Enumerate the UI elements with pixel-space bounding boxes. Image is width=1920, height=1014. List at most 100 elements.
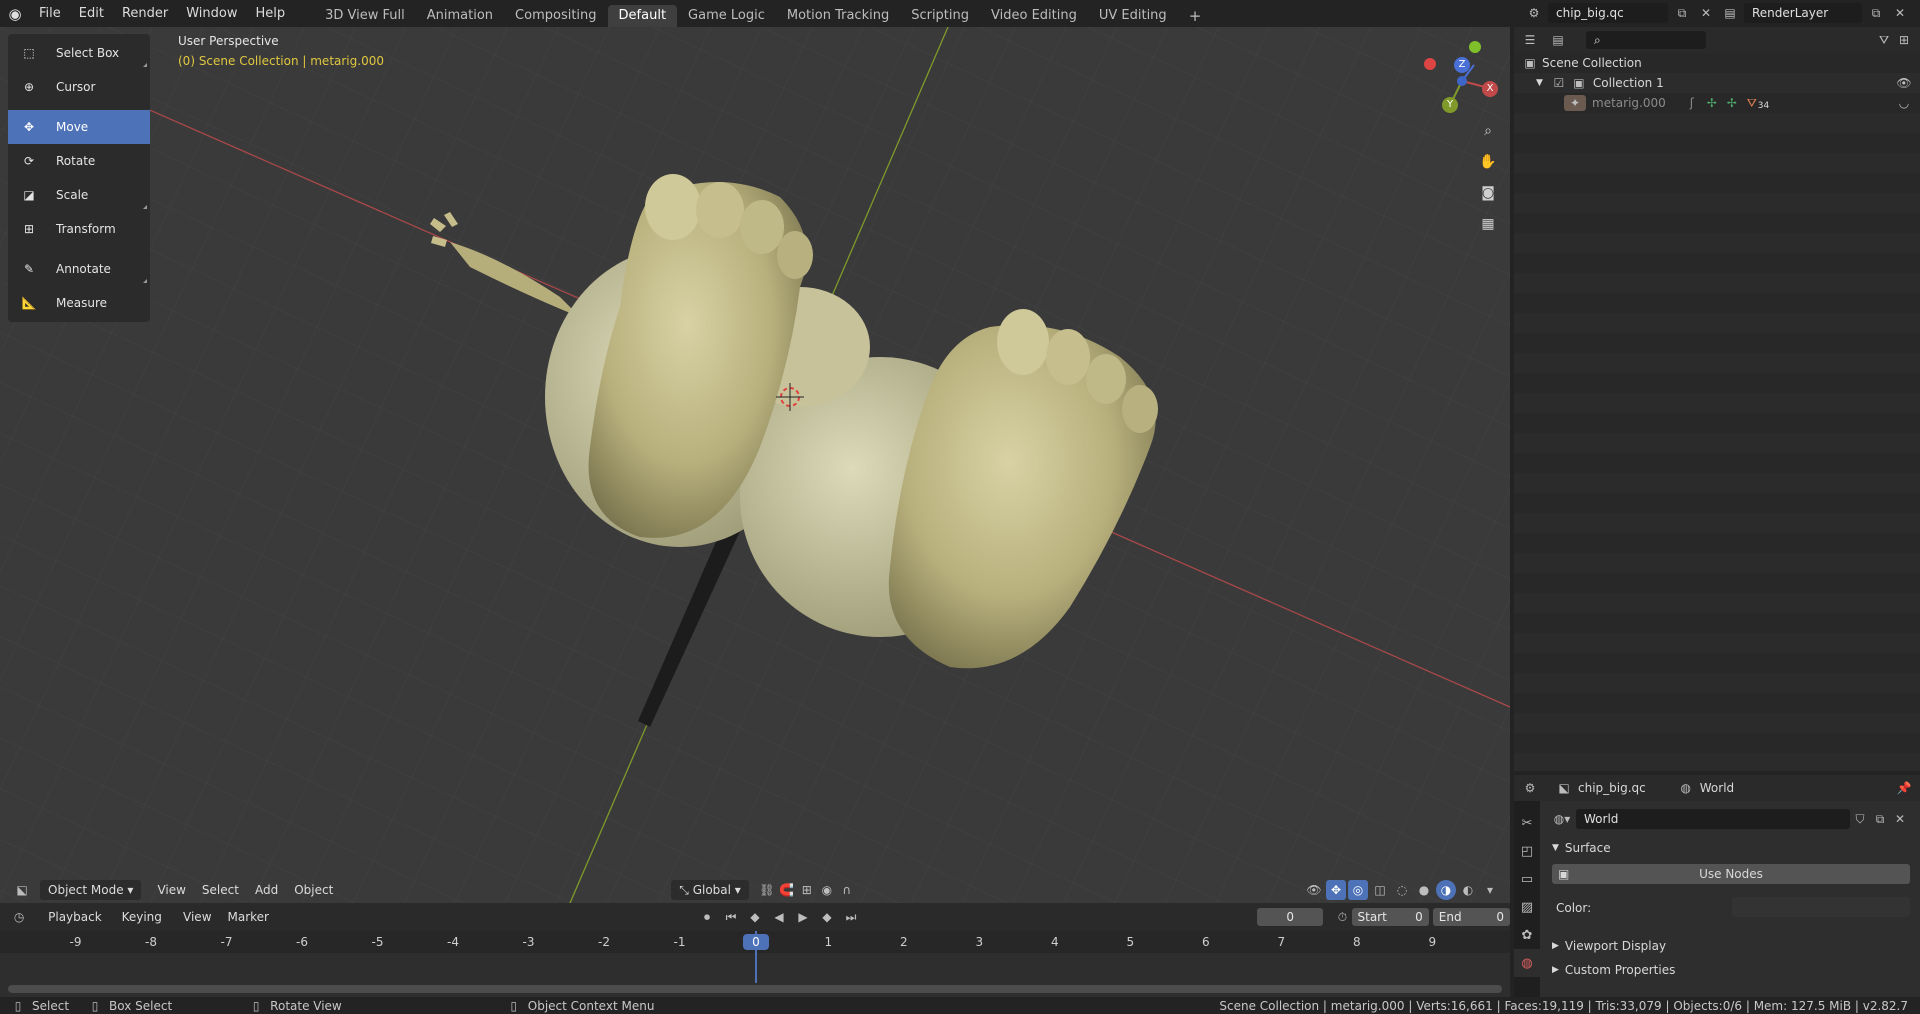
next-keyframe-icon[interactable]: ◆ — [817, 907, 837, 927]
properties-editor-icon[interactable]: ⚙ — [1520, 778, 1540, 798]
props-world-label[interactable]: World — [1700, 781, 1734, 795]
pan-hand-icon[interactable]: ✋ — [1476, 150, 1500, 174]
tab-view-layer-icon[interactable]: ▨ — [1514, 893, 1540, 921]
camera-icon[interactable]: ◙ — [1476, 181, 1500, 205]
menu-help[interactable]: Help — [247, 0, 295, 27]
delete-layer-icon[interactable]: ✕ — [1890, 3, 1910, 23]
new-collection-icon[interactable]: ⊞ — [1894, 30, 1914, 50]
new-layer-icon[interactable]: ⧉ — [1866, 3, 1886, 23]
start-frame-field[interactable]: Start 0 — [1351, 908, 1429, 926]
menu-render[interactable]: Render — [113, 0, 177, 27]
overlay-toggle-icon[interactable]: ◎ — [1348, 879, 1368, 900]
playhead-frame-label[interactable]: 0 — [743, 934, 769, 950]
jump-end-icon[interactable]: ⏭ — [841, 907, 861, 927]
playback-menu[interactable]: Playback ▾ — [40, 907, 113, 944]
timeline-scrollbar[interactable] — [8, 985, 1502, 993]
new-scene-icon[interactable]: ⧉ — [1672, 3, 1692, 23]
rendered-shading-icon[interactable]: ◐ — [1458, 880, 1478, 900]
jump-start-icon[interactable]: ⏮ — [721, 907, 741, 927]
tab-motion-tracking[interactable]: Motion Tracking — [776, 5, 900, 27]
unlink-world-icon[interactable]: ✕ — [1890, 809, 1910, 829]
ortho-grid-icon[interactable]: ▦ — [1476, 212, 1500, 236]
timeline-editor-icon[interactable]: ◷ — [10, 907, 28, 927]
tool-move[interactable]: ✥ Move — [8, 110, 150, 144]
viewport-display-panel-header[interactable]: ▶ Viewport Display — [1552, 939, 1666, 953]
tab-compositing[interactable]: Compositing — [504, 5, 608, 27]
play-icon[interactable]: ▶ — [793, 907, 813, 927]
pose-icon[interactable]: ʃ — [1682, 93, 1702, 113]
editor-type-icon[interactable]: ⬕ — [12, 880, 32, 900]
view-layer-icon[interactable]: ▤ — [1720, 3, 1740, 23]
outliner-row-metarig[interactable]: ✦ metarig.000 ʃ ✢ ✢ ⛛ 34 ◡ — [1514, 93, 1920, 113]
gizmo-z-label[interactable]: Z — [1454, 57, 1470, 73]
tool-scale[interactable]: ◪ Scale — [8, 178, 150, 212]
mode-dropdown[interactable]: Object Mode ▾ — [40, 879, 142, 900]
visibility-icon[interactable]: 👁 — [1304, 880, 1324, 900]
tool-cursor[interactable]: ⊕ Cursor — [8, 70, 150, 104]
end-frame-field[interactable]: End 0 — [1432, 908, 1510, 926]
add-workspace-button[interactable]: + — [1178, 5, 1213, 27]
frame-range-icon[interactable]: ⏱ — [1333, 907, 1351, 927]
use-nodes-button[interactable]: ▣ Use Nodes — [1552, 864, 1910, 884]
timeline-view-menu[interactable]: View — [175, 907, 219, 927]
tab-game-logic[interactable]: Game Logic — [677, 5, 776, 27]
zoom-icon[interactable]: ⌕ — [1476, 119, 1500, 143]
gizmo-neg-y-icon[interactable] — [1469, 41, 1481, 53]
blender-logo-icon[interactable]: ◉ — [0, 0, 30, 27]
tab-scene-icon[interactable]: ✿ — [1514, 921, 1540, 949]
snap-icon[interactable]: 🧲 — [777, 880, 797, 900]
view-menu[interactable]: View — [149, 880, 193, 900]
shading-options-icon[interactable]: ▾ — [1480, 880, 1500, 900]
bone-icon[interactable]: ✢ — [1702, 93, 1722, 113]
props-scene-label[interactable]: chip_big.qc — [1578, 781, 1646, 795]
gizmo-x-label[interactable]: X — [1482, 81, 1498, 97]
menu-window[interactable]: Window — [177, 0, 246, 27]
outliner-search-input[interactable]: ⌕ — [1586, 31, 1706, 49]
play-reverse-icon[interactable]: ◀ — [769, 907, 789, 927]
proportional-icon[interactable]: ◉ — [817, 880, 837, 900]
prev-keyframe-icon[interactable]: ◆ — [745, 907, 765, 927]
falloff-icon[interactable]: ∩ — [837, 880, 857, 900]
tool-rotate[interactable]: ⟳ Rotate — [8, 144, 150, 178]
display-mode-icon[interactable]: ▤ — [1548, 30, 1568, 50]
world-browse-icon[interactable]: ◍▾ — [1552, 809, 1572, 829]
outliner-row-scene-collection[interactable]: ▣ Scene Collection — [1514, 53, 1920, 73]
select-menu[interactable]: Select — [194, 880, 247, 900]
gizmo-toggle-icon[interactable]: ✥ — [1326, 879, 1346, 900]
outliner-editor-icon[interactable]: ☰ — [1520, 30, 1540, 50]
tab-scripting[interactable]: Scripting — [900, 5, 980, 27]
view-layer-field[interactable]: RenderLayer — [1744, 3, 1862, 23]
tab-output-icon[interactable]: ▭ — [1514, 865, 1540, 893]
material-shading-icon[interactable]: ◑ — [1436, 879, 1456, 900]
add-menu[interactable]: Add — [247, 880, 286, 900]
color-swatch[interactable] — [1732, 897, 1910, 917]
menu-file[interactable]: File — [30, 0, 70, 27]
bone-group-icon[interactable]: ✢ — [1722, 93, 1742, 113]
fake-user-icon[interactable]: ⛉ — [1850, 809, 1870, 829]
tab-video-editing[interactable]: Video Editing — [980, 5, 1088, 27]
tab-uv-editing[interactable]: UV Editing — [1088, 5, 1178, 27]
hidden-eye-icon[interactable]: ◡ — [1894, 93, 1914, 113]
world-name-field[interactable]: World — [1576, 809, 1850, 829]
tab-animation[interactable]: Animation — [416, 5, 504, 27]
timeline[interactable]: -9 -8 -7 -6 -5 -4 -3 -2 -1 1 2 3 4 5 6 7 8 9 0 — [0, 931, 1510, 997]
xray-icon[interactable]: ◫ — [1370, 880, 1390, 900]
outliner[interactable]: ▣ Scene Collection ▼ ☑ ▣ Collection 1 👁 … — [1514, 53, 1920, 771]
wireframe-shading-icon[interactable]: ◌ — [1392, 880, 1412, 900]
duplicate-world-icon[interactable]: ⧉ — [1870, 809, 1890, 829]
current-frame-field[interactable]: 0 — [1257, 908, 1324, 926]
tool-measure[interactable]: 📐 Measure — [8, 286, 150, 320]
scene-icon[interactable]: ⚙ — [1524, 3, 1544, 23]
menu-edit[interactable]: Edit — [70, 0, 113, 27]
outliner-row-collection-1[interactable]: ▼ ☑ ▣ Collection 1 👁 — [1514, 73, 1920, 93]
tab-default[interactable]: Default — [607, 5, 678, 27]
eye-icon[interactable]: 👁 — [1894, 73, 1914, 93]
pivot-icon[interactable]: ⛓ — [757, 880, 777, 900]
gizmo-neg-x-icon[interactable] — [1424, 58, 1436, 70]
pin-icon[interactable]: 📌 — [1894, 778, 1914, 798]
tab-world-icon[interactable]: ◍ — [1514, 949, 1540, 977]
gizmo-y-label[interactable]: Y — [1442, 97, 1458, 113]
solid-shading-icon[interactable]: ● — [1414, 880, 1434, 900]
gizmo-neg-z-icon[interactable] — [1457, 76, 1467, 86]
keying-menu[interactable]: Keying ▾ — [114, 907, 175, 944]
